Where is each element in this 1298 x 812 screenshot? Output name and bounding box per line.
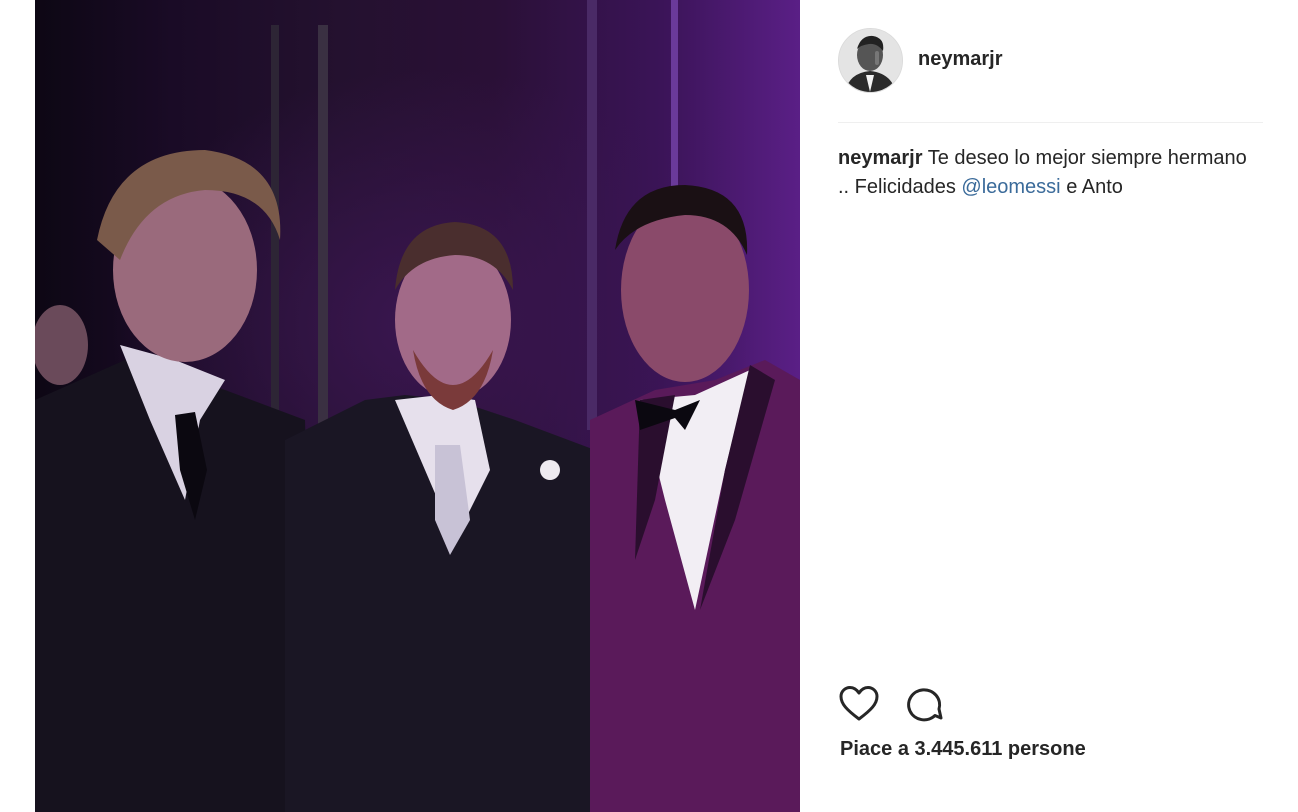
photo-illustration (35, 0, 800, 812)
post-photo[interactable] (35, 0, 800, 812)
post-sidebar: neymarjr neymarjr Te deseo lo mejor siem… (800, 0, 1298, 812)
profile-avatar[interactable] (838, 28, 903, 93)
caption-mention-link[interactable]: @leomessi (961, 176, 1060, 198)
like-button[interactable] (838, 684, 880, 724)
heart-outline-icon (839, 686, 879, 721)
comment-bubble-icon (907, 688, 943, 722)
likes-count[interactable]: Piace a 3.445.611 persone (840, 738, 1086, 761)
post-caption: neymarjr Te deseo lo mejor siempre herma… (838, 144, 1258, 202)
avatar-icon (839, 29, 902, 92)
header-username[interactable]: neymarjr (918, 48, 1003, 71)
comment-button[interactable] (904, 684, 946, 724)
header-divider (838, 122, 1263, 123)
caption-text-end: e Anto (1066, 176, 1123, 198)
caption-username[interactable]: neymarjr (838, 147, 923, 169)
